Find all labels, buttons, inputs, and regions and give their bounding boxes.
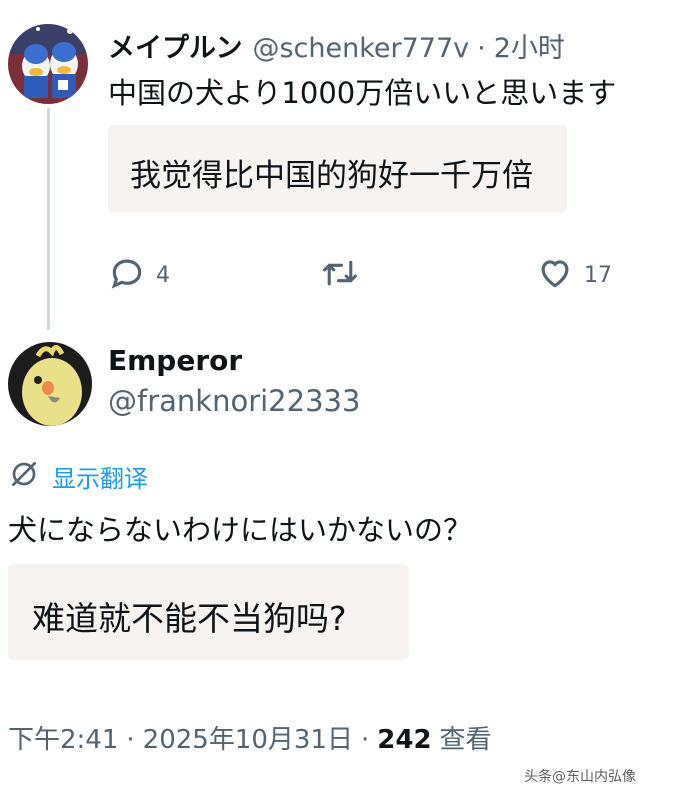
tweet2-time[interactable]: 下午2:41 (8, 719, 118, 756)
reply-button[interactable]: 4 (108, 255, 170, 295)
tweet1-text: 中国の犬より1000万倍いいと思います (108, 76, 617, 110)
reply-count: 4 (156, 262, 170, 288)
heart-icon (536, 254, 574, 296)
show-translation-button[interactable]: 显示翻译 (8, 458, 148, 494)
like-button[interactable]: 17 (536, 255, 612, 295)
speech-bubble-icon (108, 254, 146, 296)
tweet2-translation-text: 难道就不能不当狗吗? (32, 599, 347, 638)
tweet1-translation-text: 我觉得比中国的狗好一千万倍 (130, 158, 533, 194)
tweet2-handle[interactable]: @franknori22333 (108, 384, 360, 418)
retweet-icon (320, 254, 360, 296)
tweet2-meta: 下午2:41 · 2025年10月31日 · 242 查看 (8, 719, 492, 756)
tweet1-header: メイプルン @schenker777v · 2小时 (108, 26, 683, 66)
tweet1-timestamp[interactable]: 2小时 (494, 26, 565, 65)
meta-separator: · (126, 725, 135, 755)
retweet-button[interactable] (320, 255, 370, 295)
tweet1-display-name[interactable]: メイプルン (108, 26, 242, 65)
avatar-maplun[interactable] (8, 24, 88, 104)
tweet1-handle[interactable]: @schenker777v (252, 33, 469, 64)
like-count: 17 (584, 262, 612, 288)
views-label: 查看 (439, 725, 492, 755)
tweet2-text: 犬にならないわけにはいかないの？ (8, 513, 473, 547)
tweet1-separator: · (477, 33, 486, 64)
views-count: 242 (377, 725, 432, 755)
avatar-emperor[interactable] (8, 342, 92, 426)
avatar-image (8, 24, 88, 104)
thread-connector-line (47, 108, 50, 330)
watermark: 头条@东山内弘像 (524, 769, 636, 785)
tweet2-display-name[interactable]: Emperor (108, 344, 242, 377)
tweet2-date[interactable]: 2025年10月31日 (143, 719, 353, 756)
meta-separator-2: · (361, 725, 370, 755)
show-translation-label[interactable]: 显示翻译 (52, 459, 148, 494)
globe-slash-icon (8, 458, 40, 494)
avatar-image (8, 342, 92, 426)
